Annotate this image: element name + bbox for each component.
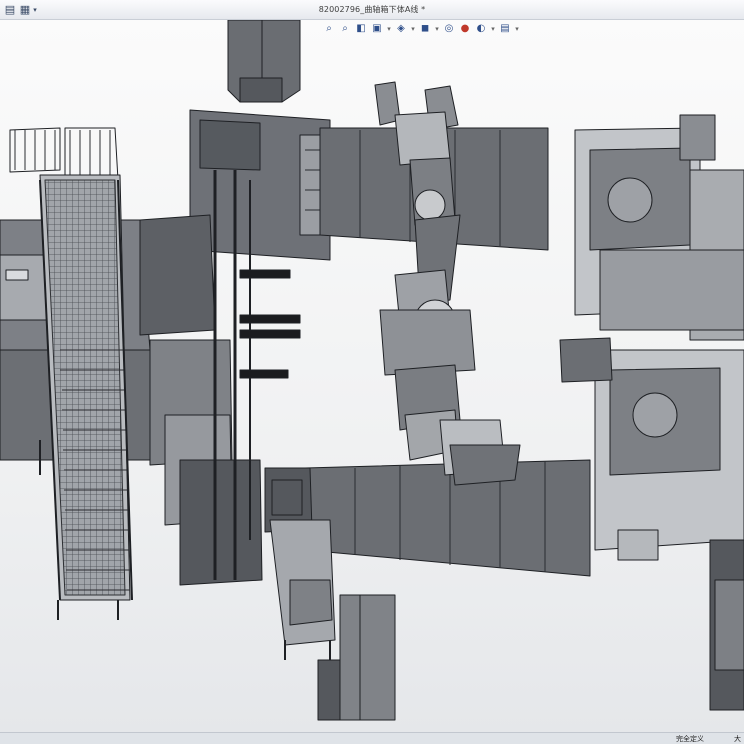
chevron-down-icon[interactable]: ▾ <box>514 22 520 36</box>
status-definition: 完全定义 <box>676 735 704 743</box>
zoom-to-area-icon[interactable]: ⌕ <box>338 22 352 36</box>
apply-scene-icon[interactable]: ◐ <box>474 22 488 36</box>
assembly-model-render[interactable] <box>0 20 744 732</box>
hide-show-items-icon[interactable]: ◎ <box>442 22 456 36</box>
stair-platform <box>0 127 166 620</box>
title-bar: ▤ ▦ ▾ 82002796_曲轴箱下体A线 * <box>0 0 744 20</box>
display-style-icon[interactable]: ◼ <box>418 22 432 36</box>
conveyor-lower <box>269 519 336 660</box>
control-cabinet-top <box>227 20 301 103</box>
status-units[interactable]: 大 <box>734 734 741 744</box>
graphics-viewport[interactable]: ⌕ ⌕ ◧ ▣ ▾ ◈ ▾ ◼ ▾ ◎ ● ◐ ▾ ▤ ▾ <box>0 20 744 732</box>
edit-appearance-icon[interactable]: ● <box>458 22 472 36</box>
chevron-down-icon[interactable]: ▾ <box>410 22 416 36</box>
status-bar: 完全定义 大 <box>0 732 744 744</box>
section-view-icon[interactable]: ▣ <box>370 22 384 36</box>
chevron-down-icon[interactable]: ▾ <box>386 22 392 36</box>
view-orientation-icon[interactable]: ◈ <box>394 22 408 36</box>
window-title: 82002796_曲轴箱下体A线 * <box>318 5 426 14</box>
chevron-down-icon[interactable]: ▾ <box>434 22 440 36</box>
zoom-to-fit-icon[interactable]: ⌕ <box>322 22 336 36</box>
chevron-down-icon[interactable]: ▾ <box>490 22 496 36</box>
machining-center-upper <box>574 114 744 341</box>
heads-up-view-toolbar: ⌕ ⌕ ◧ ▣ ▾ ◈ ▾ ◼ ▾ ◎ ● ◐ ▾ ▤ ▾ <box>322 22 520 38</box>
previous-view-icon[interactable]: ◧ <box>354 22 368 36</box>
view-settings-icon[interactable]: ▤ <box>498 22 512 36</box>
